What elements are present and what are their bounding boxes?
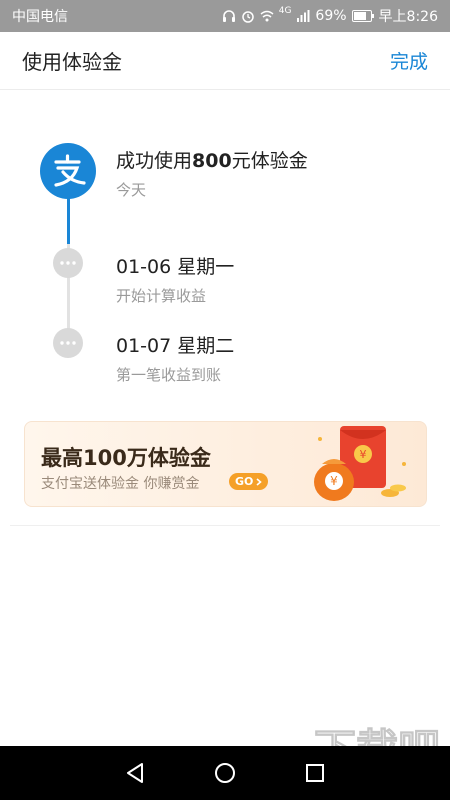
svg-text:¥: ¥ [330,474,338,488]
alarm-icon [241,11,254,23]
promo-title: 最高100万体验金 [41,446,211,470]
step-title: 01-06 星期一 [116,256,235,278]
home-button[interactable] [211,759,239,787]
timeline-line-active [67,196,70,244]
go-button[interactable]: GO [229,473,269,490]
clock: 早上8:26 [378,9,438,25]
step-title: 01-07 星期二 [116,335,235,357]
timeline-step-start: 01-06 星期一 开始计算收益 [116,252,234,306]
timeline-step-payout: 01-07 星期二 第一笔收益到账 [116,331,234,385]
promo-subtitle: 支付宝送体验金 你赚赏金 [41,476,200,492]
triangle-back-icon [127,763,143,783]
red-envelope-money-bag-icon: ¥ ¥ [314,426,406,501]
go-label: GO [235,475,254,488]
done-button[interactable]: 完成 [390,47,428,74]
square-recent-icon [306,764,324,782]
signal-icon [297,10,310,22]
circle-home-icon [215,763,235,783]
timeline: 成功使用800元体验金 今天 01-06 星期一 开始计算收益 01-07 星期… [0,90,450,400]
system-nav-bar [0,746,450,800]
wifi-icon [260,10,274,22]
step-amount: 800 [192,150,232,172]
step-subtitle: 今天 [116,181,147,199]
status-bar: 中国电信 4G 69% 早上8:26 [0,0,450,32]
step-subtitle: 开始计算收益 [116,287,207,305]
headphones-icon [222,10,235,22]
divider [10,525,440,526]
step-title-prefix: 成功使用 [116,150,193,172]
step-title: 成功使用800元体验金 [116,146,308,173]
pending-dot-icon [53,328,83,358]
recent-apps-button[interactable] [301,759,329,787]
svg-text:¥: ¥ [360,448,367,461]
timeline-step-used: 成功使用800元体验金 今天 [116,146,308,200]
alipay-logo-icon [40,143,96,199]
page-title: 使用体验金 [22,50,122,74]
network-type: 4G [278,6,292,16]
battery-icon [351,10,374,22]
step-subtitle: 第一笔收益到账 [116,366,222,384]
carrier-label: 中国电信 [12,9,68,25]
nav-header: 使用体验金 完成 [0,32,450,90]
chevron-right-icon [256,477,263,486]
step-title-suffix: 元体验金 [231,150,308,172]
pending-dot-icon [53,248,83,278]
status-icons: 4G 69% 早上8:26 [222,6,438,26]
promo-banner[interactable]: 最高100万体验金 支付宝送体验金 你赚赏金 GO ¥ ¥ [24,421,427,507]
back-button[interactable] [121,759,149,787]
battery-percent: 69% [315,8,347,24]
